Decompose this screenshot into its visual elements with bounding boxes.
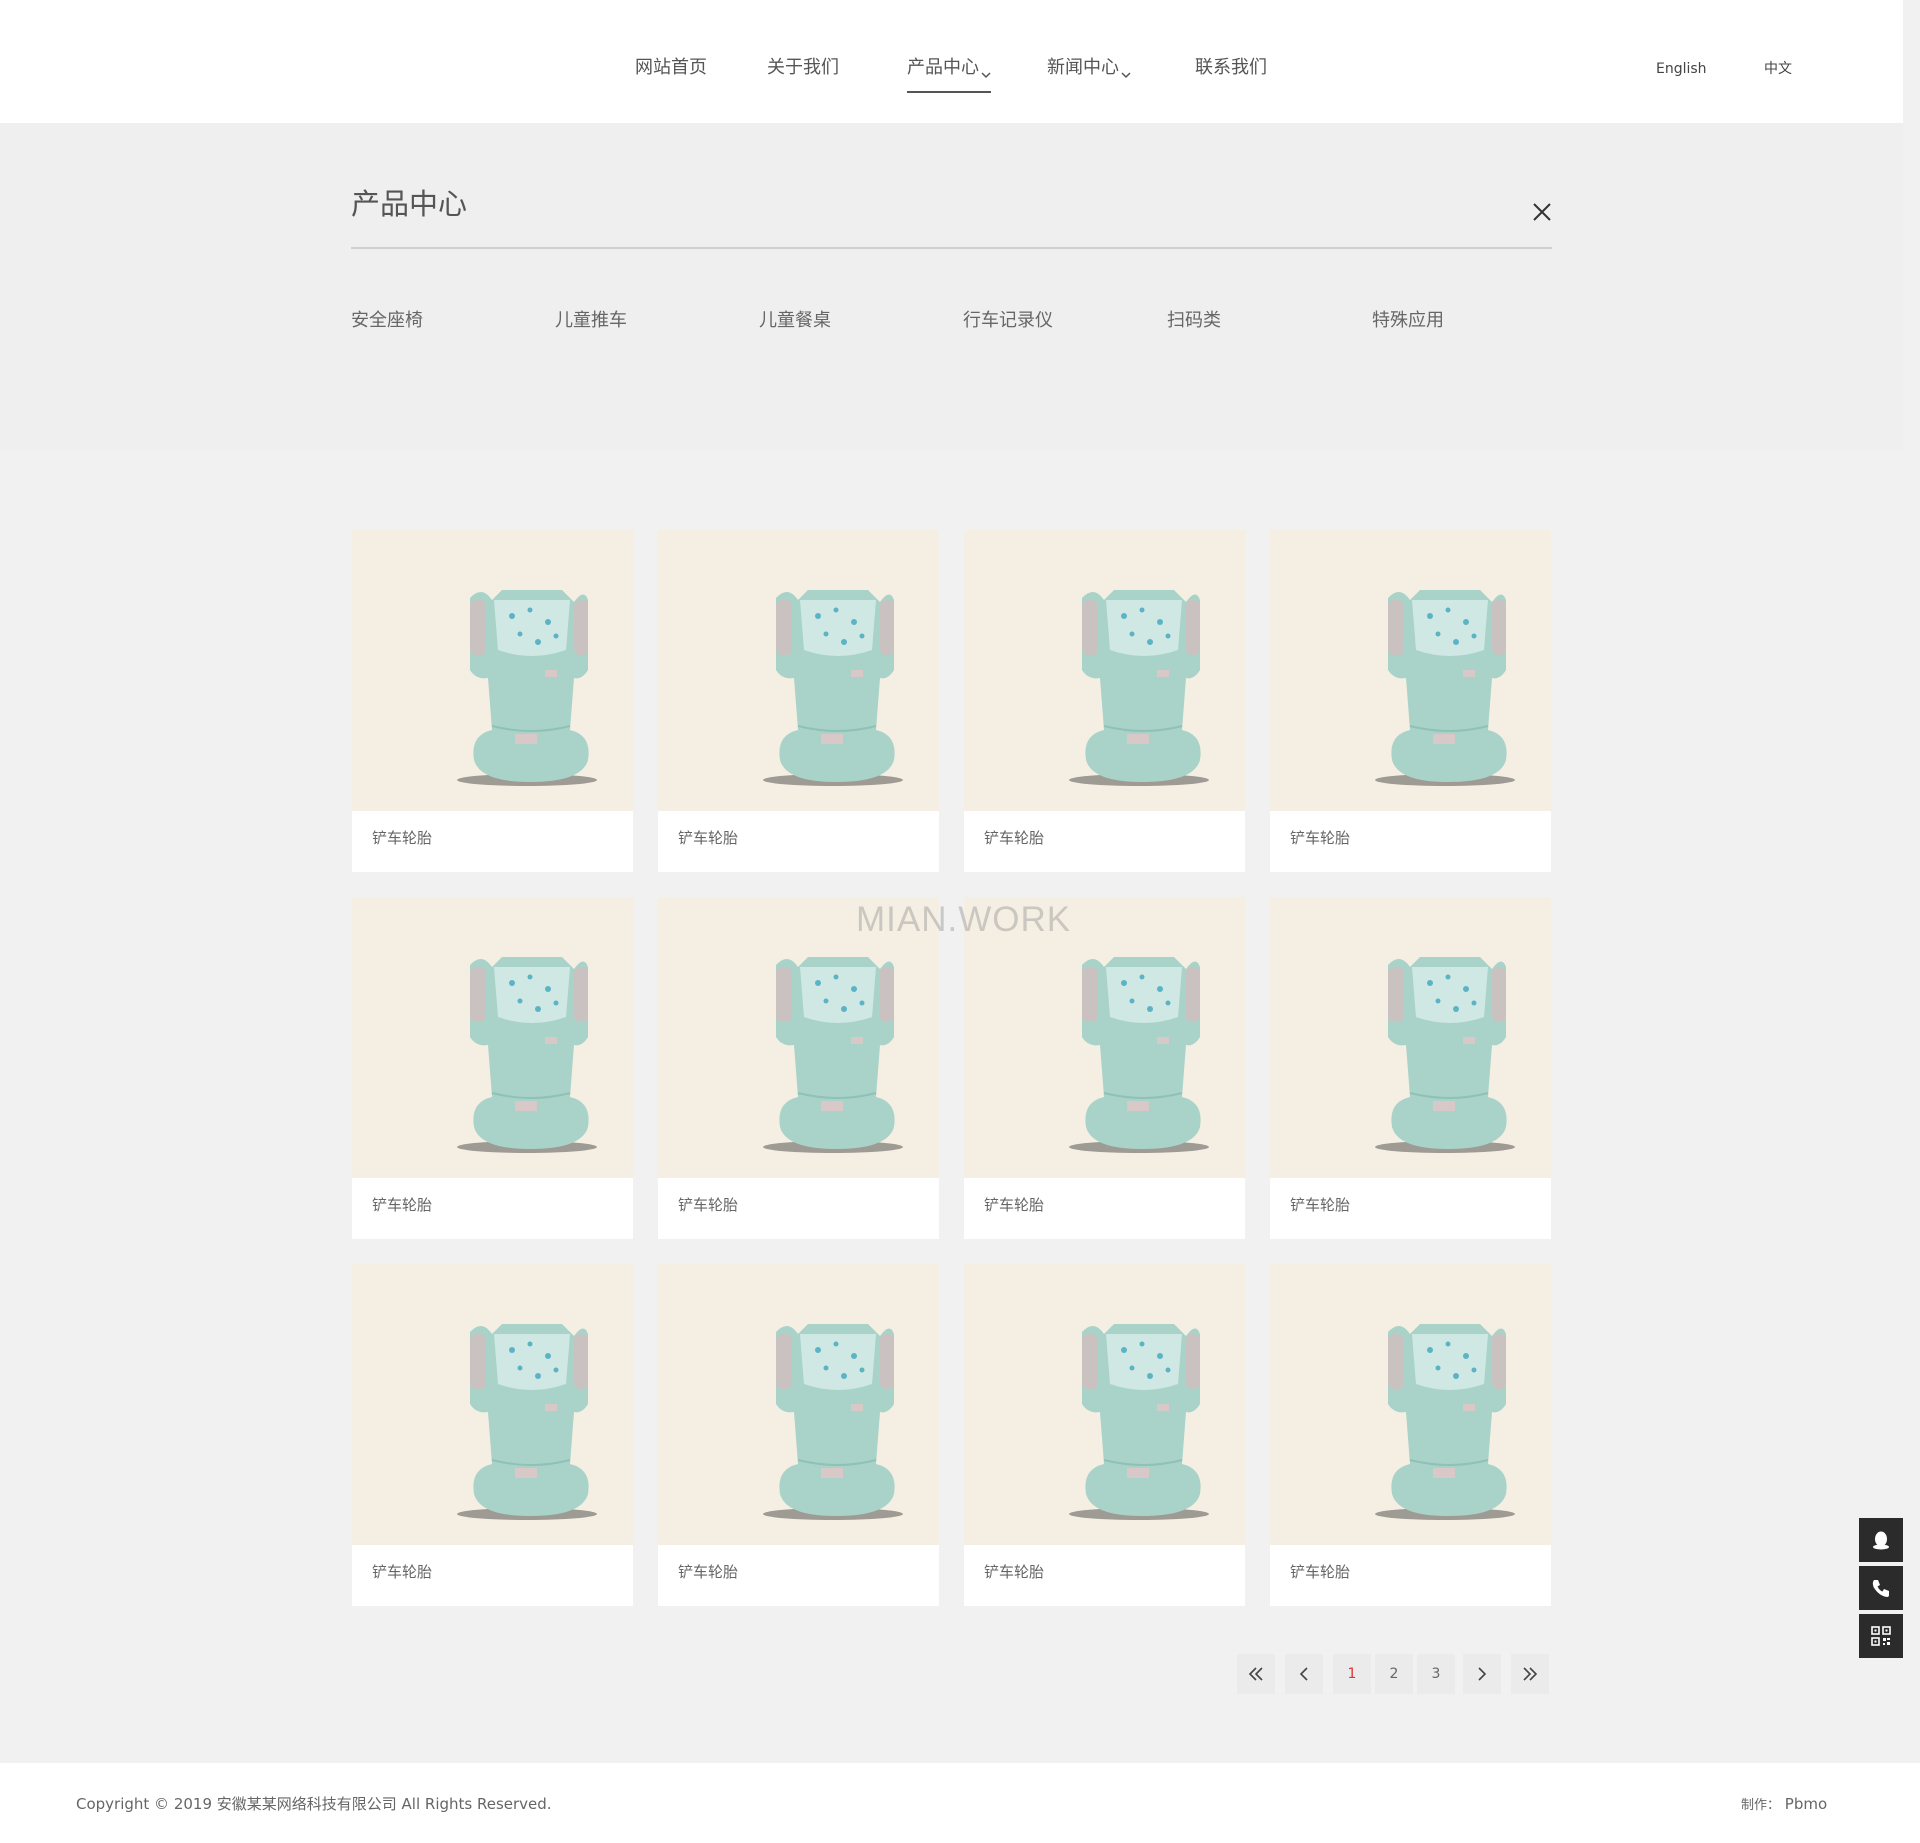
panel-divider <box>351 247 1552 249</box>
side-qr-button[interactable] <box>1859 1614 1903 1658</box>
product-image[interactable] <box>352 530 633 811</box>
lang-english-link[interactable]: English <box>1656 60 1707 78</box>
product-name[interactable]: 铲车轮胎 <box>372 1562 432 1582</box>
nav-products-label: 产品中心 <box>907 57 979 78</box>
category-link[interactable]: 安全座椅 <box>351 309 423 333</box>
product-card[interactable]: 铲车轮胎 <box>352 897 633 1239</box>
product-image[interactable] <box>964 1264 1245 1545</box>
product-image[interactable] <box>658 1264 939 1545</box>
product-name[interactable]: 铲车轮胎 <box>678 1562 738 1582</box>
product-image[interactable] <box>352 1264 633 1545</box>
watermark-text: MIAN.WORK <box>856 900 1072 939</box>
category-link[interactable]: 行车记录仪 <box>963 309 1053 333</box>
lang-chinese-link[interactable]: 中文 <box>1764 60 1792 78</box>
product-name[interactable]: 铲车轮胎 <box>678 828 738 848</box>
chevron-right-icon <box>1474 1667 1490 1686</box>
product-card[interactable]: 铲车轮胎 <box>658 897 939 1239</box>
product-card[interactable]: 铲车轮胎 <box>964 1264 1245 1606</box>
site-header: 网站首页 关于我们 产品中心 新闻中心 联系我们 English 中文 <box>0 0 1903 123</box>
panel-title: 产品中心 <box>351 187 468 221</box>
nav-news[interactable]: 新闻中心 <box>1047 56 1131 80</box>
copyright-text: Copyright © 2019 安徽某某网络科技有限公司 All Rights… <box>76 1795 552 1813</box>
pager-page-button[interactable]: 3 <box>1417 1654 1455 1694</box>
product-name[interactable]: 铲车轮胎 <box>1290 1195 1350 1215</box>
product-card[interactable]: 铲车轮胎 <box>658 530 939 872</box>
pager-prev-button[interactable] <box>1285 1654 1323 1694</box>
product-name[interactable]: 铲车轮胎 <box>1290 1562 1350 1582</box>
pager-last-button[interactable] <box>1511 1654 1549 1694</box>
double-chevron-right-icon <box>1522 1667 1538 1686</box>
product-name[interactable]: 铲车轮胎 <box>984 1562 1044 1582</box>
product-image[interactable] <box>1270 1264 1551 1545</box>
side-qq-button[interactable] <box>1859 1518 1903 1562</box>
maker-credit: 制作： Pbmo <box>1741 1794 1827 1816</box>
chevron-down-icon <box>981 63 991 79</box>
pager-page-button[interactable]: 2 <box>1375 1654 1413 1694</box>
nav-home[interactable]: 网站首页 <box>635 56 707 80</box>
product-card[interactable]: 铲车轮胎 <box>352 530 633 872</box>
product-name[interactable]: 铲车轮胎 <box>1290 828 1350 848</box>
category-link[interactable]: 特殊应用 <box>1372 309 1444 333</box>
pager-first-button[interactable] <box>1237 1654 1275 1694</box>
product-card[interactable]: 铲车轮胎 <box>658 1264 939 1606</box>
side-phone-button[interactable] <box>1859 1566 1903 1610</box>
chevron-down-icon <box>1121 63 1131 79</box>
product-name[interactable]: 铲车轮胎 <box>372 828 432 848</box>
product-card[interactable]: 铲车轮胎 <box>1270 897 1551 1239</box>
close-icon[interactable] <box>1531 201 1553 223</box>
product-name[interactable]: 铲车轮胎 <box>984 1195 1044 1215</box>
product-card[interactable]: 铲车轮胎 <box>1270 1264 1551 1606</box>
product-card[interactable]: 铲车轮胎 <box>1270 530 1551 872</box>
nav-products[interactable]: 产品中心 <box>907 56 991 93</box>
maker-name[interactable]: Pbmo <box>1785 1795 1827 1813</box>
product-image[interactable] <box>1270 530 1551 811</box>
pager-page-button[interactable]: 1 <box>1333 1654 1371 1694</box>
category-link[interactable]: 儿童推车 <box>555 309 627 333</box>
product-card[interactable]: 铲车轮胎 <box>964 897 1245 1239</box>
product-image[interactable] <box>352 897 633 1178</box>
product-name[interactable]: 铲车轮胎 <box>372 1195 432 1215</box>
product-image[interactable] <box>658 530 939 811</box>
category-link[interactable]: 扫码类 <box>1167 309 1221 333</box>
nav-about[interactable]: 关于我们 <box>767 56 839 80</box>
product-name[interactable]: 铲车轮胎 <box>984 828 1044 848</box>
category-link[interactable]: 儿童餐桌 <box>759 309 831 333</box>
product-image[interactable] <box>1270 897 1551 1178</box>
products-dropdown-panel: 产品中心 安全座椅 儿童推车 儿童餐桌 行车记录仪 扫码类 特殊应用 <box>0 123 1903 450</box>
pager-next-button[interactable] <box>1463 1654 1501 1694</box>
product-card[interactable]: 铲车轮胎 <box>352 1264 633 1606</box>
site-footer: Copyright © 2019 安徽某某网络科技有限公司 All Rights… <box>0 1763 1920 1843</box>
nav-news-label: 新闻中心 <box>1047 57 1119 78</box>
double-chevron-left-icon <box>1248 1667 1264 1686</box>
nav-contact[interactable]: 联系我们 <box>1195 56 1267 80</box>
product-image[interactable] <box>964 530 1245 811</box>
product-card[interactable]: 铲车轮胎 <box>964 530 1245 872</box>
chevron-left-icon <box>1296 1667 1312 1686</box>
product-name[interactable]: 铲车轮胎 <box>678 1195 738 1215</box>
maker-label: 制作： <box>1741 1798 1781 1813</box>
